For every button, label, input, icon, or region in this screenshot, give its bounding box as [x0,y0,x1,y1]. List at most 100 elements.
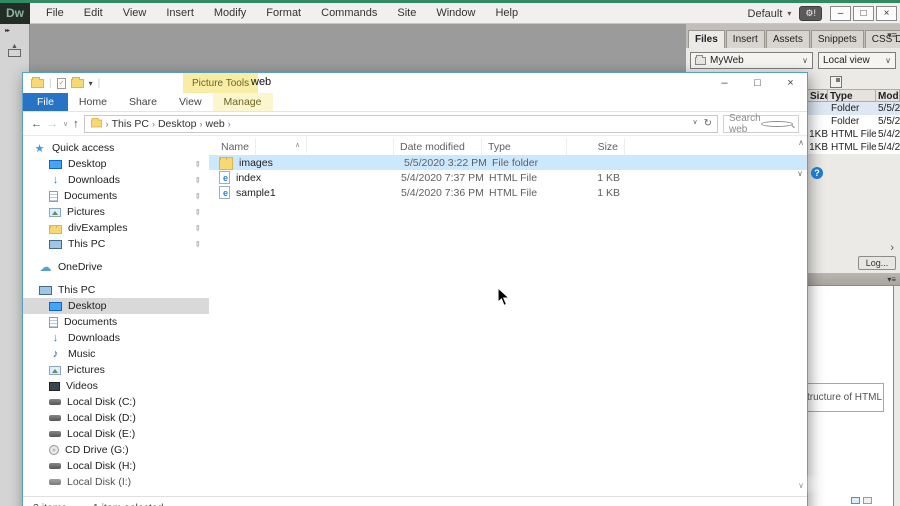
sidebar-item[interactable]: Local Disk (H:) ✎ [23,458,209,474]
type-column-header[interactable]: Type [828,90,876,101]
up-icon[interactable]: ↑ [73,118,79,130]
dw-menu-item[interactable]: View [113,4,157,22]
dw-menu-item[interactable]: Edit [74,4,113,22]
sidebar-item-icon [49,349,62,360]
recent-locations-icon[interactable]: ∨ [63,120,68,128]
panel-tab[interactable]: Snippets [810,30,864,48]
sidebar-item[interactable]: Downloads ✎ [23,330,209,346]
explorer-titlebar: | ▾ | Picture Tools web – □ × [23,73,807,93]
sidebar-item-icon [49,159,62,169]
site-select[interactable]: MyWeb ∨ [690,52,813,69]
sidebar-item-icon [49,463,61,469]
dw-menu-item[interactable]: Help [485,4,528,22]
log-button[interactable]: Log... [858,256,896,270]
sort-ascending-icon: ∧ [289,136,308,153]
collapse-panel-icon[interactable]: ▸▸ [0,24,29,34]
sidebar-item[interactable]: divExamples ✎ [23,220,209,236]
breadcrumb-item[interactable]: Desktop › [158,118,203,130]
dw-logo: Dw [0,2,30,24]
dw-menu-item[interactable]: Commands [311,4,387,22]
panel-menu-icon[interactable]: ▾≡ [887,30,897,41]
dw-maximize-button[interactable]: □ [853,6,874,21]
sidebar-item[interactable]: Local Disk (E:) ✎ [23,426,209,442]
site-folder-icon [695,54,706,65]
view-toggle-icon[interactable] [851,497,860,504]
dw-menu-item[interactable]: Format [256,4,311,22]
customize-qat-icon[interactable]: ▾ [89,79,93,88]
ribbon-tab[interactable]: Manage [212,93,273,111]
dw-insert-tool-icon[interactable]: ▲ [7,43,23,57]
dw-close-button[interactable]: × [876,6,897,21]
panel-tab-bar: FilesInsertAssetsSnippetsCSS Designer [686,24,900,48]
dw-minimize-button[interactable]: – [830,6,851,21]
sidebar-item[interactable]: This PC ✎ [23,236,209,252]
sidebar-item[interactable]: OneDrive ✎ [23,259,209,275]
gear-notification-icon[interactable]: ⚙! [799,6,822,21]
forward-icon[interactable]: → [47,118,58,130]
sidebar-item[interactable]: Desktop ✎ [23,298,209,314]
panel-tab[interactable]: Assets [765,30,810,48]
breadcrumb-item[interactable]: This PC › [112,118,155,130]
size-column-header[interactable]: Size [567,138,625,155]
panel-tab[interactable]: Files [688,30,725,48]
explorer-minimize-button[interactable]: – [708,73,741,93]
section-menu-icon[interactable]: ▾≡ [887,275,896,284]
sidebar-item[interactable]: Local Disk (I:) ✎ [23,474,209,490]
sidebar-item[interactable]: Documents ✎ [23,188,209,204]
sidebar-item-icon [49,175,62,186]
size-column-header[interactable]: Size [808,90,828,101]
address-dropdown-icon[interactable]: ∨ [692,118,697,129]
sidebar-item[interactable]: Downloads ✎ [23,172,209,188]
refresh-icon[interactable]: ↻ [704,118,712,129]
panel-tab[interactable]: Insert [725,30,765,48]
new-folder-icon[interactable] [70,76,84,88]
dw-menu-item[interactable]: Modify [204,4,256,22]
view-toggle-icon[interactable] [863,497,872,504]
sidebar-item[interactable]: Local Disk (D:) ✎ [23,410,209,426]
explorer-close-button[interactable]: × [774,73,807,93]
back-icon[interactable]: ← [31,118,42,130]
sidebar-item[interactable]: Music ✎ [23,346,209,362]
dw-menu-item[interactable]: Site [387,4,426,22]
file-row[interactable]: images 5/5/2020 3:22 PM File folder [209,155,807,170]
sidebar-item[interactable]: Desktop ✎ [23,156,209,172]
breadcrumb-item[interactable]: web › [206,118,231,130]
search-input[interactable]: Search web [723,113,799,135]
workspace-selector[interactable]: Default ▾ [748,8,792,20]
dw-menu-item[interactable]: Insert [156,4,204,22]
type-column-header[interactable]: Type [482,138,567,155]
breadcrumb: This PC › Desktop › web › [112,118,231,130]
pin-icon: ✎ [192,190,204,202]
folder-icon[interactable] [31,76,44,88]
ribbon-collapse-icon[interactable]: ∨ [797,169,803,178]
ribbon-tab[interactable]: Home [68,93,118,111]
file-row[interactable]: index 5/4/2020 7:37 PM HTML File 1 KB [209,170,807,185]
dw-menu-item[interactable]: File [36,4,74,22]
sidebar-item[interactable]: CD Drive (G:) ✎ [23,442,209,458]
sidebar-item[interactable]: Videos ✎ [23,378,209,394]
sidebar-item[interactable]: Pictures ✎ [23,204,209,220]
date-column-header[interactable]: Date modified [394,138,482,155]
ribbon-tab[interactable]: Share [118,93,168,111]
sidebar-item[interactable]: Documents ✎ [23,314,209,330]
modified-column-header[interactable]: Modified [876,90,900,101]
explorer-maximize-button[interactable]: □ [741,73,774,93]
sidebar-item[interactable]: Local Disk (C:) ✎ [23,394,209,410]
sidebar-item[interactable]: Quick access ✎ [23,140,209,156]
sidebar-item[interactable]: This PC ✎ [23,282,209,298]
address-bar[interactable]: › This PC › Desktop › web › ∨ ↻ [83,114,718,133]
view-select[interactable]: Local view ∨ [818,52,896,69]
help-icon[interactable]: ? [811,167,823,179]
file-icon [219,157,233,170]
file-row[interactable]: sample1 5/4/2020 7:36 PM HTML File 1 KB [209,185,807,200]
name-column-header[interactable]: Name ∧ [209,136,394,155]
panel-view-toggles [851,497,872,504]
expand-panel-icon[interactable] [830,76,842,88]
panel-expand-chevron[interactable]: › [890,242,894,254]
properties-icon[interactable] [56,77,66,89]
ribbon-tab[interactable]: File [23,93,68,111]
ribbon-tab[interactable]: View [168,93,213,111]
sidebar-item[interactable]: Pictures ✎ [23,362,209,378]
dw-menu-item[interactable]: Window [426,4,485,22]
sidebar-scroll-down-icon[interactable]: ∨ [798,481,804,490]
